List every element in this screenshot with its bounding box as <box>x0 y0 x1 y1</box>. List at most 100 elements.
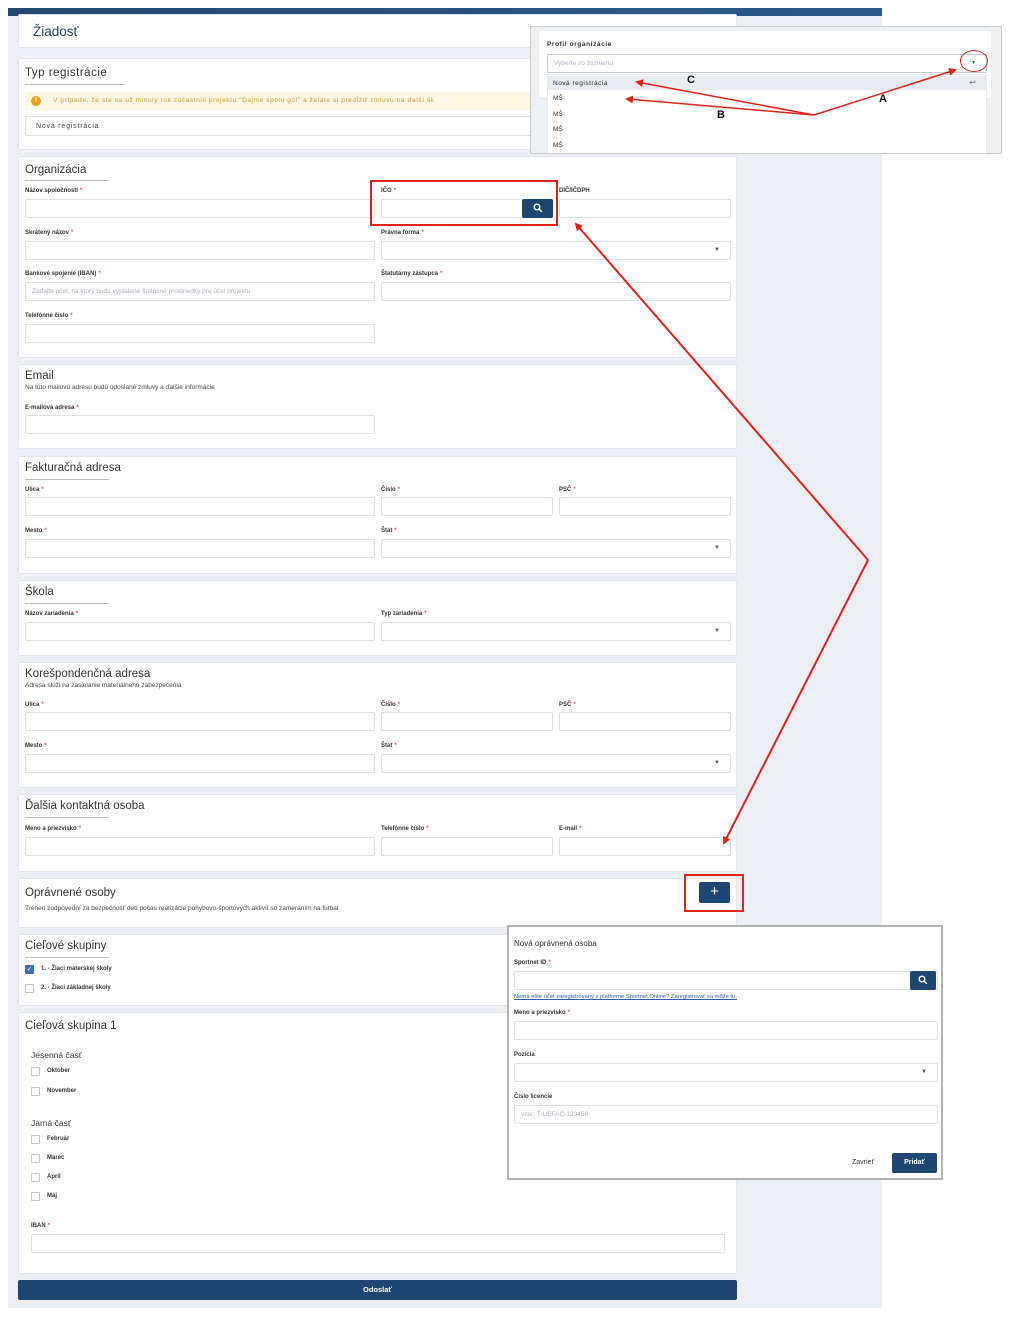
target-group-1-label: 1. - Žiaci materskej školy <box>41 966 112 972</box>
corr-street-input[interactable] <box>25 712 375 731</box>
iban-input[interactable]: Zadajte účet, na ktorý budú vyplatené fi… <box>25 282 375 301</box>
warning-text: V prípade, že ste sa už minulý rok zúčas… <box>53 97 435 104</box>
billing-number-label: Číslo * <box>381 487 401 493</box>
billing-city-label: Mesto * <box>25 528 47 534</box>
contact-email-input[interactable] <box>559 837 731 856</box>
email-subtitle: Na túto mailovú adresu budú odoslané zml… <box>25 384 215 391</box>
chevron-down-icon: ▼ <box>714 545 720 551</box>
authorized-title: Oprávnené osoby <box>25 887 116 899</box>
correspondence-subtitle: Adresa slúži na zasielanie materiálneho … <box>25 682 182 689</box>
corr-street-label: Ulica * <box>25 702 44 708</box>
profile-select[interactable]: Vyberte zo zoznamu ▾ <box>547 54 987 73</box>
march-checkbox[interactable] <box>31 1154 40 1163</box>
billing-address-card: Fakturačná adresa Ulica * Číslo * PSČ * Mes… <box>18 456 737 574</box>
contact-email-label: E-mail * <box>559 826 582 832</box>
email-input[interactable] <box>25 415 375 434</box>
chevron-down-icon: ▼ <box>714 247 720 253</box>
modal-name-label: Meno a priezvisko * <box>514 1010 571 1016</box>
authorized-subtitle: Tréneri zodpovední za bezpečnosť detí po… <box>25 905 339 912</box>
contact-name-input[interactable] <box>25 837 375 856</box>
short-name-input[interactable] <box>25 241 375 260</box>
contact-person-card: Ďalšia kontaktná osoba Meno a priezvisko… <box>18 794 737 872</box>
enter-icon: ↩ <box>969 78 976 87</box>
submit-button[interactable]: Odoslať <box>18 1280 737 1300</box>
license-placeholder: vzor: T-UEFAC-123456 <box>521 1111 589 1118</box>
school-title: Škola <box>25 586 54 598</box>
sportnet-label: Sportnet ID * <box>514 960 551 966</box>
modal-title: Nová oprávnená osoba <box>514 939 597 948</box>
target-group-2-checkbox[interactable] <box>25 984 34 993</box>
statutory-label: Štatutárny zástupca * <box>381 271 443 277</box>
april-checkbox[interactable] <box>31 1173 40 1182</box>
billing-state-label: Štát * <box>381 528 397 534</box>
correspondence-address-card: Korešpondenčná adresa Adresa slúži na za… <box>18 662 737 788</box>
profile-option-ms[interactable]: MŠ <box>553 126 563 133</box>
profile-label: Profil organizácie <box>547 41 612 48</box>
may-checkbox[interactable] <box>31 1192 40 1201</box>
modal-close-button[interactable]: Zavrieť <box>852 1159 874 1166</box>
section-underline <box>25 817 109 818</box>
tg-iban-label: IBAN * <box>31 1223 51 1229</box>
november-checkbox[interactable] <box>31 1087 40 1096</box>
marker-a: A <box>879 93 887 105</box>
legal-form-select[interactable]: ▼ <box>381 241 731 260</box>
email-card: Email Na túto mailovú adresu budú odosla… <box>18 364 737 449</box>
billing-zip-label: PSČ * <box>559 487 576 493</box>
contact-phone-input[interactable] <box>381 837 553 856</box>
school-name-label: Názov zariadenia * <box>25 611 79 617</box>
license-input[interactable]: vzor: T-UEFAC-123456 <box>514 1105 938 1124</box>
organization-title: Organizácia <box>25 164 87 176</box>
school-name-input[interactable] <box>25 622 375 641</box>
page-title: Žiadosť <box>33 24 79 39</box>
sportnet-input[interactable] <box>514 971 938 990</box>
chevron-down-icon: ▼ <box>921 1069 927 1075</box>
may-label: Máj <box>47 1193 58 1199</box>
modal-name-input[interactable] <box>514 1021 938 1040</box>
iban-placeholder: Zadajte účet, na ktorý budú vyplatené fi… <box>32 288 251 295</box>
dic-input[interactable] <box>559 199 731 218</box>
corr-number-label: Číslo * <box>381 702 401 708</box>
october-label: Október <box>47 1068 71 1074</box>
billing-street-input[interactable] <box>25 497 375 516</box>
target-group-1-checkbox[interactable]: ✓ <box>25 965 34 974</box>
company-name-label: Názov spoločnosti * <box>25 188 83 194</box>
profile-option-new[interactable]: Nová registrácia <box>553 80 608 87</box>
february-checkbox[interactable] <box>31 1135 40 1144</box>
email-label: E-mailová adresa * <box>25 405 79 411</box>
corr-zip-input[interactable] <box>559 712 731 731</box>
corr-state-select[interactable]: ▼ <box>381 754 731 773</box>
register-link[interactable]: Nemá ešte účet zaregistrovaný v platform… <box>514 994 737 1000</box>
tg-iban-input[interactable] <box>31 1234 725 1253</box>
section-underline <box>25 603 109 604</box>
ico-highlight-box <box>370 180 558 226</box>
warning-icon: ! <box>31 96 41 106</box>
sportnet-search-button[interactable] <box>910 971 936 990</box>
company-name-input[interactable] <box>25 199 375 218</box>
billing-city-input[interactable] <box>25 539 375 558</box>
school-type-select[interactable]: ▼ <box>381 622 731 641</box>
billing-zip-input[interactable] <box>559 497 731 516</box>
billing-number-input[interactable] <box>381 497 553 516</box>
profile-option-ms[interactable]: MŠ <box>553 111 563 118</box>
corr-city-input[interactable] <box>25 754 375 773</box>
statutory-input[interactable] <box>381 282 731 301</box>
profile-option-ms[interactable]: MŠ <box>553 142 563 149</box>
phone-input[interactable] <box>25 324 375 343</box>
november-label: November <box>47 1088 77 1094</box>
chevron-down-icon: ▼ <box>714 628 720 634</box>
profile-dropdown-popup: Profil organizácie Vyberte zo zoznamu ▾ … <box>530 26 1002 154</box>
position-select[interactable]: ▼ <box>514 1063 938 1082</box>
contact-phone-label: Telefónne číslo * <box>381 826 429 832</box>
october-checkbox[interactable] <box>31 1067 40 1076</box>
modal-add-button[interactable]: Pridať <box>892 1153 937 1173</box>
march-label: Marec <box>47 1155 65 1161</box>
school-type-label: Typ zariadenia * <box>381 611 427 617</box>
dic-label: DIČ/IČDPH <box>559 188 590 194</box>
billing-state-select[interactable]: ▼ <box>381 539 731 558</box>
spring-title: Jarná časť <box>31 1118 72 1128</box>
profile-option-ms[interactable]: MŠ <box>553 95 563 102</box>
corr-number-input[interactable] <box>381 712 553 731</box>
profile-placeholder: Vyberte zo zoznamu <box>554 60 614 67</box>
section-underline <box>25 479 109 480</box>
registration-type-value: Nová registrácia <box>36 123 100 130</box>
